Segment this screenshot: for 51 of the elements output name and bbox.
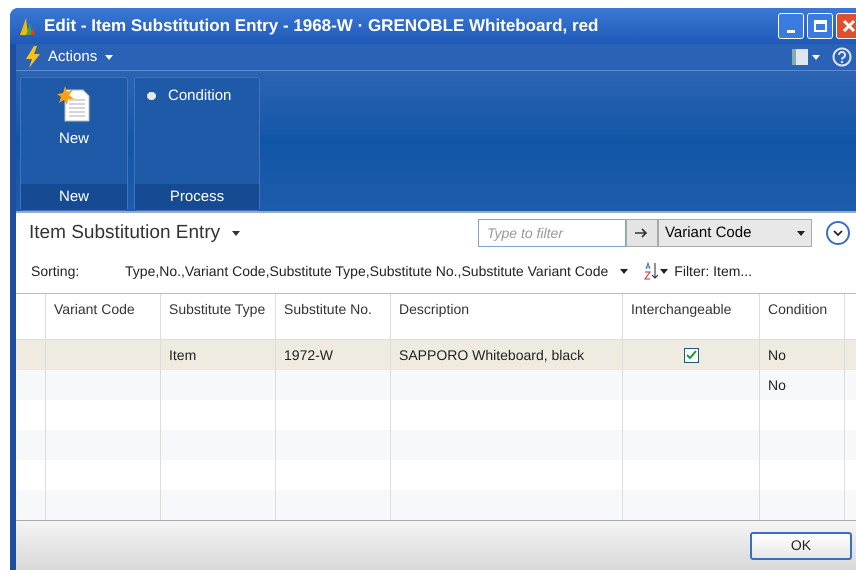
sorting-label: Sorting: (31, 262, 80, 281)
close-button[interactable] (836, 13, 856, 40)
sort-az-icon (644, 262, 658, 280)
caret-icon (232, 230, 240, 236)
interchangeable-checkbox[interactable] (684, 348, 698, 362)
column-header[interactable]: Variant Code (46, 294, 161, 339)
table-cell-text: 1972-W (284, 346, 334, 364)
new-button[interactable]: New (25, 82, 123, 150)
page-title-menu[interactable]: Item Substitution Entry (29, 218, 240, 248)
column-header[interactable]: Description (391, 294, 623, 339)
table-row[interactable]: Item 1972-W SAPPORO Whiteboard, black No (16, 340, 856, 370)
table-row[interactable]: No (16, 370, 856, 400)
caret-icon (620, 268, 628, 274)
filter-field[interactable]: Type to filter (478, 219, 626, 247)
app-logo-icon (18, 16, 36, 36)
minimize-button[interactable] (778, 13, 804, 40)
sort-order-button[interactable] (644, 262, 668, 280)
new-document-icon (57, 86, 91, 122)
bullet-icon (147, 92, 156, 100)
table-cell-text: No (768, 376, 786, 394)
arrow-right-icon (635, 227, 649, 239)
actions-menu[interactable]: Actions (26, 46, 114, 68)
expand-button[interactable] (826, 221, 850, 245)
ok-button[interactable]: OK (750, 532, 852, 560)
table-cell-text: No (768, 346, 786, 364)
help-icon (832, 47, 852, 68)
column-header[interactable]: Interchangeable (623, 294, 760, 339)
caret-icon (797, 230, 805, 236)
sorting-dropdown[interactable]: Type,No.,Variant Code,Substitute Type,Substitute No.,Substitute Variant Code (125, 260, 628, 282)
condition-button[interactable]: Condition (139, 82, 232, 108)
window-title: Edit - Item Substitution Entry - 1968-W · GRENOBLE Whiteboard, red (44, 15, 598, 38)
check-icon (686, 350, 696, 360)
caret-icon (105, 54, 114, 60)
column-header[interactable]: Substitute Type (161, 294, 276, 339)
chevron-down-icon (833, 230, 843, 236)
layout-button[interactable] (792, 49, 820, 66)
table-cell-text: SAPPORO Whiteboard, black (399, 346, 584, 364)
ribbon-group-label: New (21, 184, 127, 210)
filter-field-dropdown[interactable]: Variant Code (658, 219, 812, 247)
lightning-icon (26, 46, 40, 68)
ribbon-group-label: Process (135, 184, 259, 210)
table-cell-text: Item (169, 346, 196, 364)
column-header[interactable]: Condition (760, 294, 845, 339)
maximize-button[interactable] (807, 13, 833, 40)
caret-icon (812, 54, 820, 60)
column-header[interactable]: Substitute No. (276, 294, 391, 339)
help-button[interactable] (832, 47, 852, 68)
filter-summary: Filter: Item... (674, 262, 752, 280)
caret-icon (660, 268, 668, 274)
apply-filter-button[interactable] (626, 219, 658, 247)
close-icon (842, 19, 856, 34)
